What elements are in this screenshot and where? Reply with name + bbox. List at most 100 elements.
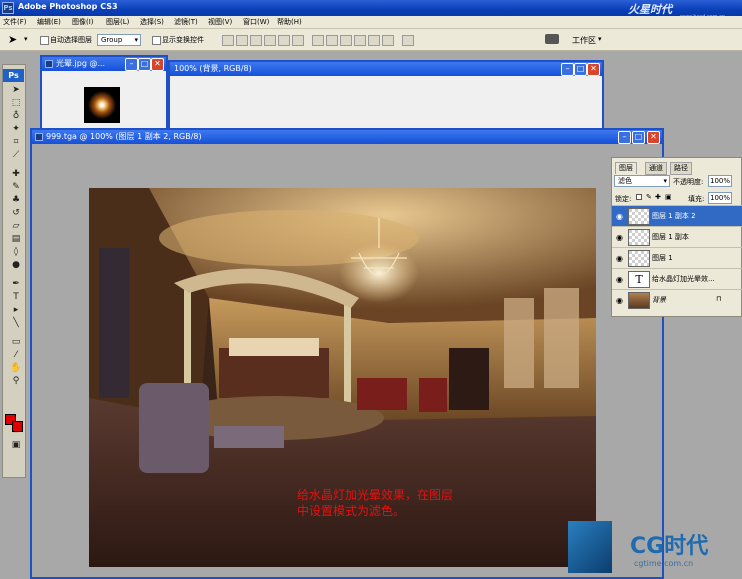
menu-window[interactable]: 窗口(W) <box>243 17 269 27</box>
tab-channels[interactable]: 通道 <box>645 162 667 175</box>
layer-row[interactable]: ◉ T 给水晶灯加光晕效... <box>612 268 742 289</box>
menu-file[interactable]: 文件(F) <box>3 17 27 27</box>
blur-tool-icon[interactable]: ◊ <box>9 247 23 258</box>
distribute-hcenter-icon[interactable] <box>368 35 380 46</box>
layer-row[interactable]: ◉ 图层 1 副本 <box>612 226 742 247</box>
document-window-flare[interactable]: 光晕.jpg @... – □ ✕ <box>40 55 168 133</box>
tab-paths[interactable]: 路径 <box>670 162 692 175</box>
eye-icon[interactable]: ◉ <box>616 296 623 305</box>
eraser-tool-icon[interactable]: ▱ <box>9 221 23 232</box>
align-top-icon[interactable] <box>222 35 234 46</box>
eye-icon[interactable]: ◉ <box>616 275 623 284</box>
document-title-bar[interactable]: 999.tga @ 100% (图层 1 副本 2, RGB/8) <box>32 130 662 144</box>
document-canvas[interactable]: 给水晶灯加光晕效果，在图层 中设置模式为滤色。 <box>89 188 596 567</box>
fill-input[interactable]: 100% <box>708 192 732 204</box>
close-button[interactable]: ✕ <box>151 58 164 71</box>
hand-tool-icon[interactable]: ✋ <box>9 363 23 374</box>
pen-tool-icon[interactable]: ✒ <box>9 279 23 290</box>
align-left-icon[interactable] <box>264 35 276 46</box>
menu-select[interactable]: 选择(S) <box>140 17 164 27</box>
auto-align-icon[interactable] <box>402 35 414 46</box>
menu-image[interactable]: 图像(I) <box>72 17 94 27</box>
options-bar: ➤ ▾ 自动选择图层 Group ▾ 显示变换控件 工作区 ▾ <box>0 29 742 51</box>
align-vcenter-icon[interactable] <box>236 35 248 46</box>
layer-name: 背景 <box>652 296 666 304</box>
distribute-bottom-icon[interactable] <box>340 35 352 46</box>
menu-edit[interactable]: 编辑(E) <box>37 17 61 27</box>
crop-tool-icon[interactable]: ⌗ <box>9 137 23 148</box>
zoom-tool-icon[interactable]: ⚲ <box>9 376 23 387</box>
dodge-tool-icon[interactable]: ● <box>9 260 23 271</box>
lock-transparent-icon[interactable] <box>636 194 642 200</box>
opacity-label: 不透明度: <box>673 178 704 186</box>
eye-icon[interactable]: ◉ <box>616 233 623 242</box>
minimize-button[interactable]: – <box>618 131 631 144</box>
notes-tool-icon[interactable]: ▭ <box>9 337 23 348</box>
line-tool-icon[interactable]: ╲ <box>9 318 23 329</box>
screen-mode-icon[interactable]: ▣ <box>9 440 23 451</box>
layer-thumbnail <box>628 250 650 267</box>
distribute-right-icon[interactable] <box>382 35 394 46</box>
close-button[interactable]: ✕ <box>647 131 660 144</box>
menu-filter[interactable]: 滤镜(T) <box>174 17 198 27</box>
eye-icon[interactable]: ◉ <box>616 254 623 263</box>
move-tool-icon[interactable]: ➤ <box>8 33 17 46</box>
magic-wand-icon[interactable]: ✦ <box>9 124 23 135</box>
distribute-vcenter-icon[interactable] <box>326 35 338 46</box>
maximize-button[interactable]: □ <box>574 63 587 76</box>
type-tool-icon[interactable]: T <box>9 292 23 303</box>
document-title-bar[interactable]: 100% (背景, RGB/8) <box>170 62 602 76</box>
background-color-swatch[interactable] <box>12 421 23 432</box>
lasso-tool-icon[interactable]: ♁ <box>9 111 23 122</box>
layer-name: 图层 1 副本 2 <box>652 212 696 220</box>
move-tool-icon[interactable]: ➤ <box>9 85 23 96</box>
slice-tool-icon[interactable]: ⟋ <box>9 150 23 161</box>
lock-all-icon[interactable]: ▣ <box>665 193 672 201</box>
workspace-menu[interactable]: 工作区 <box>572 35 596 46</box>
gradient-tool-icon[interactable]: ▤ <box>9 234 23 245</box>
healing-brush-icon[interactable]: ✚ <box>9 169 23 180</box>
watermark-bottom-url: cgtime.com.cn <box>634 559 694 568</box>
eye-icon[interactable]: ◉ <box>616 212 623 221</box>
lock-pixels-icon[interactable]: ✎ <box>646 193 652 201</box>
show-transform-checkbox[interactable] <box>152 36 161 45</box>
marquee-tool-icon[interactable]: ⬚ <box>9 98 23 109</box>
document-window-background[interactable]: 100% (背景, RGB/8) – □ ✕ <box>168 60 604 130</box>
tab-layers[interactable]: 图层 <box>615 162 637 174</box>
layer-row[interactable]: ◉ 背景 ⊓ <box>612 289 742 310</box>
history-brush-icon[interactable]: ↺ <box>9 208 23 219</box>
text-layer-icon: T <box>628 271 650 288</box>
brush-tool-icon[interactable]: ✎ <box>9 182 23 193</box>
auto-select-checkbox[interactable] <box>40 36 49 45</box>
path-select-icon[interactable]: ▸ <box>9 305 23 316</box>
clone-stamp-icon[interactable]: ♣ <box>9 195 23 206</box>
layer-name: 给水晶灯加光晕效... <box>652 275 715 283</box>
align-bottom-icon[interactable] <box>250 35 262 46</box>
document-title: 999.tga @ 100% (图层 1 副本 2, RGB/8) <box>46 132 202 141</box>
eyedropper-icon[interactable]: ⁄ <box>9 350 23 361</box>
menu-view[interactable]: 视图(V) <box>208 17 232 27</box>
lock-position-icon[interactable]: ✚ <box>655 193 661 201</box>
minimize-button[interactable]: – <box>561 63 574 76</box>
chevron-down-icon[interactable]: ▾ <box>598 35 602 43</box>
distribute-left-icon[interactable] <box>354 35 366 46</box>
maximize-button[interactable]: □ <box>632 131 645 144</box>
align-right-icon[interactable] <box>292 35 304 46</box>
layer-row[interactable]: ◉ 图层 1 <box>612 247 742 268</box>
layer-row[interactable]: ◉ 图层 1 副本 2 <box>612 205 742 226</box>
auto-select-target-dropdown[interactable]: Group ▾ <box>97 34 141 46</box>
layer-name: 图层 1 副本 <box>652 233 689 241</box>
chevron-down-icon[interactable]: ▾ <box>24 35 28 43</box>
blend-mode-select[interactable]: 滤色 ▾ <box>614 175 670 187</box>
align-hcenter-icon[interactable] <box>278 35 290 46</box>
screen-mode-icon[interactable] <box>545 34 559 44</box>
menu-help[interactable]: 帮助(H) <box>277 17 302 27</box>
lock-label: 锁定: <box>615 195 632 203</box>
close-button[interactable]: ✕ <box>587 63 600 76</box>
document-title: 光晕.jpg @... <box>56 59 106 68</box>
maximize-button[interactable]: □ <box>138 58 151 71</box>
minimize-button[interactable]: – <box>125 58 138 71</box>
menu-layer[interactable]: 图层(L) <box>106 17 129 27</box>
opacity-input[interactable]: 100% <box>708 175 732 187</box>
distribute-top-icon[interactable] <box>312 35 324 46</box>
